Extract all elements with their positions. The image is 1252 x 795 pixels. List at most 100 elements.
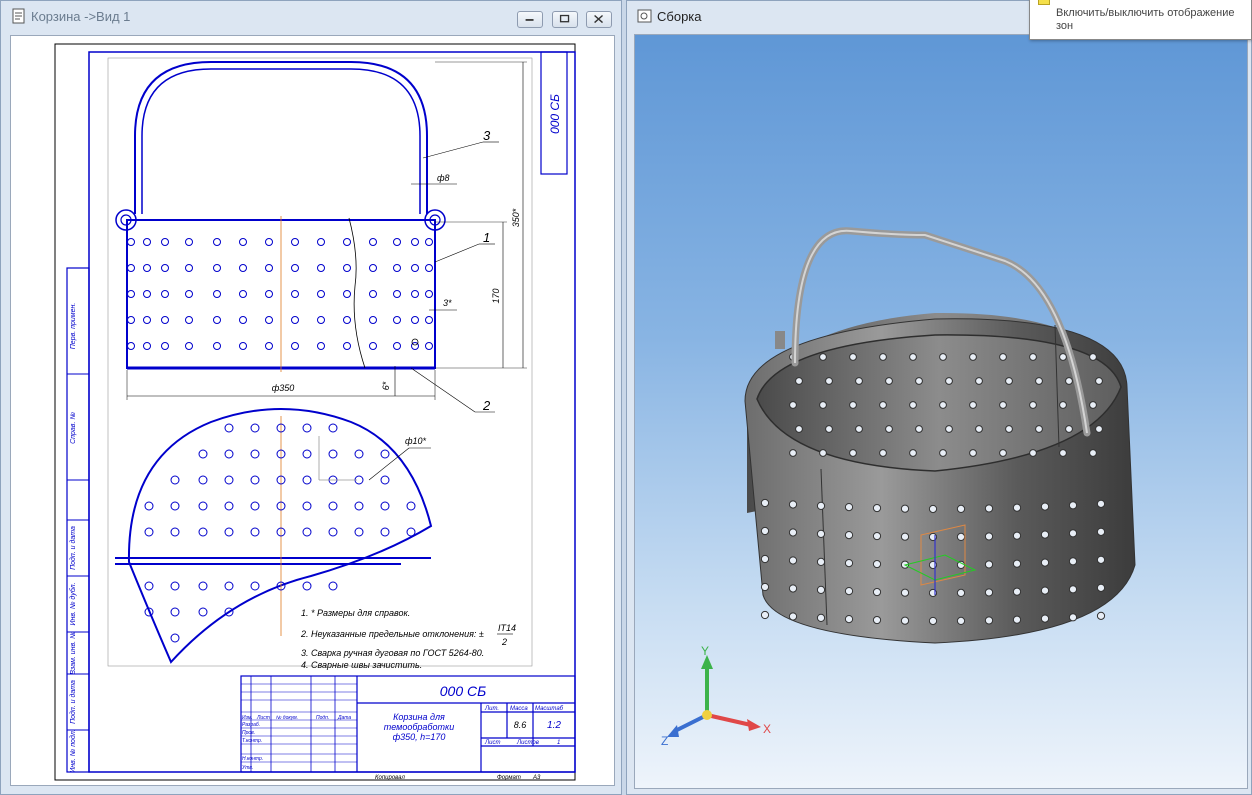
stamp-copied: Копировал (375, 775, 405, 781)
basket-inner-hole (909, 401, 917, 409)
side-label-2: Справ. № (70, 412, 77, 444)
basket-outer-hole (1096, 583, 1106, 592)
basket-inner-hole (849, 353, 857, 361)
basket-outer-hole (984, 588, 994, 597)
drawing-viewport[interactable]: 000 СБ Перв. примен. Справ. № Подп. и да… (10, 35, 615, 786)
basket-outer-hole (900, 532, 910, 541)
basket-inner-hole (885, 377, 893, 385)
document-icon (12, 8, 25, 24)
stamp-role-1: Разраб. (242, 722, 260, 728)
note-4: 4. Сварные швы зачистить. (301, 660, 422, 670)
close-button[interactable] (586, 11, 612, 28)
assembly-icon (637, 9, 652, 23)
basket-outer-hole (788, 556, 798, 565)
basket-inner-hole (1029, 401, 1037, 409)
callout-2: 2 (482, 398, 491, 413)
basket-inner-hole (1065, 377, 1073, 385)
basket-outer-hole (956, 532, 966, 542)
tooltip-text: Включить/выключить отображение зон (1056, 7, 1235, 32)
basket-outer-hole (816, 529, 826, 538)
basket-outer-hole (1096, 611, 1106, 620)
basket-outer-hole (984, 504, 994, 513)
basket-inner-hole (1059, 449, 1067, 457)
basket-outer-hole (1040, 558, 1050, 567)
dim-d350: ф350 (272, 383, 295, 393)
side-label-7: Инв. № подл. (69, 729, 77, 772)
basket-outer-hole (900, 588, 910, 597)
basket-inner-hole (909, 353, 917, 361)
basket-outer-hole (872, 615, 882, 625)
basket-inner-hole (939, 353, 947, 361)
minimize-button[interactable] (517, 11, 543, 28)
dim-h170: 170 (491, 288, 501, 303)
basket-outer-hole (984, 616, 994, 625)
basket-outer-hole (816, 585, 826, 594)
basket-outer-hole (760, 526, 770, 536)
basket-outer-hole (844, 530, 854, 540)
basket-outer-hole (1040, 502, 1050, 511)
basket-outer-hole (1012, 615, 1022, 624)
basket-inner-hole (795, 425, 803, 433)
basket-inner-hole (1029, 449, 1037, 457)
basket-outer-hole (788, 528, 798, 537)
basket-outer-hole (816, 613, 826, 622)
assembly-window-title: Сборка (657, 8, 702, 24)
basket-inner-hole (849, 401, 857, 409)
basket-inner-hole (1005, 425, 1013, 433)
basket-inner-hole (1089, 353, 1097, 361)
basket-outer-hole (1012, 503, 1022, 512)
callout-1: 1 (483, 230, 490, 245)
note-1: 1. * Размеры для справок. (301, 608, 410, 618)
basket-outer-hole (816, 557, 826, 566)
basket-outer-hole (844, 586, 854, 596)
drawing-sheet: 000 СБ Перв. примен. Справ. № Подп. и да… (54, 43, 576, 781)
basket-inner-hole (855, 377, 863, 385)
note-2: 2. Неуказанные предельные отклонения: ± (300, 629, 484, 639)
stamp-sheet: Лист (484, 740, 500, 746)
stamp-designation: 000 СБ (440, 683, 486, 699)
basket-outer-hole (956, 504, 966, 514)
basket-outer-hole (956, 616, 966, 626)
basket-inner-hole (915, 425, 923, 433)
stamp-title-3: ф350, h=170 (393, 732, 446, 742)
basket-inner-hole (909, 449, 917, 457)
basket-outer-hole (900, 616, 910, 625)
stamp-sheets: Листов (516, 740, 539, 746)
basket-outer-hole (844, 558, 854, 568)
stamp-scale: 1:2 (547, 720, 561, 731)
basket-inner-hole (1035, 377, 1043, 385)
basket-inner-hole (819, 353, 827, 361)
basket-outer-hole (1012, 587, 1022, 596)
basket-inner-hole (975, 377, 983, 385)
dim-d10: ф10* (405, 436, 427, 446)
stamp-mass: 8.6 (514, 720, 527, 730)
basket-inner-hole (879, 401, 887, 409)
basket-outer-hole (760, 610, 770, 620)
basket-outer-hole (1012, 559, 1022, 568)
stamp-row-1: Изм. (242, 715, 253, 721)
basket-outer-hole (1040, 530, 1050, 539)
axis-z-label: Z (661, 734, 668, 748)
basket-inner-hole (999, 449, 1007, 457)
stamp-mass-label: Масса (510, 706, 528, 712)
stamp-role-6: Утв. (242, 765, 253, 771)
zones-icon (1038, 0, 1050, 5)
stamp-lit: Лит. (484, 706, 499, 712)
stamp-title-1: Корзина для (393, 712, 445, 722)
basket-outer-hole (1068, 613, 1078, 622)
basket-inner-hole (1059, 353, 1067, 361)
basket-inner-hole (1035, 425, 1043, 433)
basket-inner-hole (825, 425, 833, 433)
basket-outer-hole (844, 614, 854, 624)
basket-outer-hole (956, 560, 966, 570)
basket-inner-hole (939, 449, 947, 457)
basket-outer-hole (900, 504, 910, 513)
basket-outer-hole (1068, 557, 1078, 566)
maximize-button[interactable] (552, 11, 578, 28)
dim-t6: 6* (381, 381, 391, 390)
basket-outer-hole (928, 616, 938, 626)
basket-outer-hole (788, 584, 798, 593)
basket-inner-hole (999, 353, 1007, 361)
3d-viewport[interactable]: Y X Z (634, 34, 1248, 789)
basket-inner-hole (1095, 425, 1103, 433)
